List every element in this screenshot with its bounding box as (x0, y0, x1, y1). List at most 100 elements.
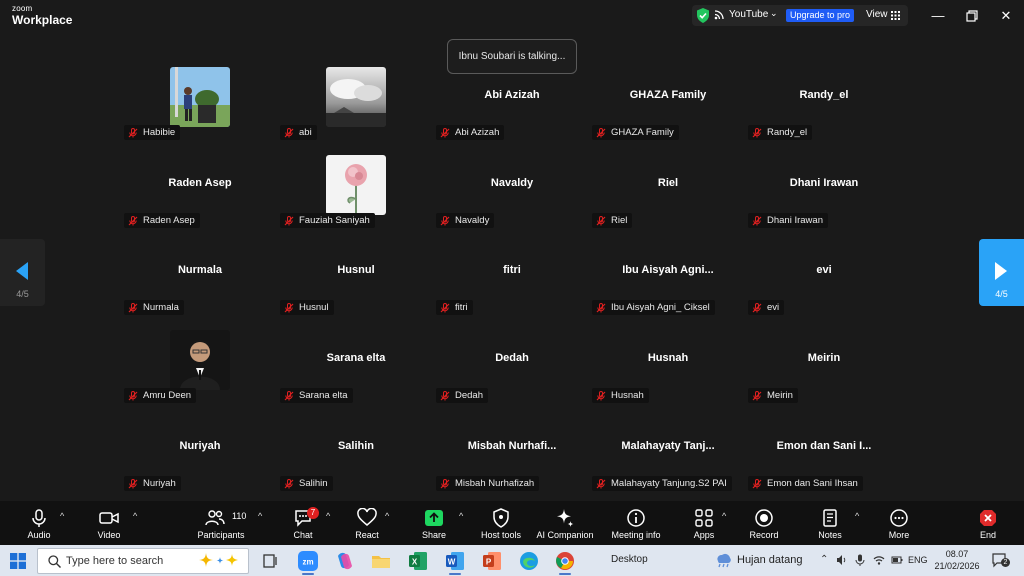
muted-microphone-icon (440, 215, 450, 225)
search-placeholder: Type here to search (66, 555, 164, 567)
shield-icon[interactable] (696, 8, 710, 23)
taskbar-search[interactable]: Type here to search (37, 548, 249, 574)
desktop-toolbar-label[interactable]: Desktop (611, 554, 648, 565)
participant-tile[interactable]: Sarana elta Sarana elta (280, 330, 431, 410)
system-clock[interactable]: 08.07 21/02/2026 (934, 548, 980, 572)
restore-icon[interactable] (962, 6, 982, 26)
muted-microphone-icon (440, 127, 450, 137)
rain-weather-icon[interactable] (714, 552, 732, 568)
muted-microphone-icon (440, 478, 450, 488)
participant-name: Emon dan Sani Ihsan (767, 478, 858, 489)
chat-button[interactable]: Chat (282, 501, 324, 545)
share-button[interactable]: Share (413, 501, 455, 545)
video-options-caret[interactable]: ^ (133, 511, 137, 521)
wifi-icon[interactable] (873, 554, 885, 566)
participant-tile[interactable]: evi evi (748, 242, 899, 322)
brand-bottom: Workplace (12, 13, 73, 27)
participant-tile[interactable]: Misbah Nurhafi... Misbah Nurhafizah (436, 418, 587, 498)
battery-icon[interactable] (891, 554, 903, 566)
participant-name-tag: evi (748, 300, 785, 315)
copilot-app-icon[interactable] (332, 548, 358, 574)
participant-tile[interactable]: Emon dan Sani I... Emon dan Sani Ihsan (748, 418, 899, 498)
chrome-browser-icon[interactable] (552, 548, 578, 575)
end-call-icon (980, 510, 996, 526)
participant-tile[interactable]: Randy_el Randy_el (748, 67, 899, 147)
participant-tile[interactable]: GHAZA Family GHAZA Family (592, 67, 743, 147)
participant-tile[interactable]: Salihin Salihin (280, 418, 431, 498)
zoom-app-icon[interactable]: zm (295, 548, 321, 575)
windows-start-icon[interactable] (10, 553, 26, 569)
participant-display-name: Nurmala (177, 264, 223, 276)
speaker-icon[interactable] (836, 554, 848, 566)
streaming-label[interactable]: YouTube (729, 9, 768, 20)
record-button[interactable]: Record (743, 501, 785, 545)
chevron-down-icon[interactable]: ⌄ (770, 8, 778, 19)
edge-browser-icon[interactable] (516, 548, 542, 574)
word-app-icon[interactable]: W (442, 548, 468, 575)
chat-options-caret[interactable]: ^ (326, 511, 330, 521)
clock-time: 08.07 (945, 549, 969, 559)
participant-tile[interactable]: Amru Deen (124, 330, 275, 410)
participant-tile[interactable]: Meirin Meirin (748, 330, 899, 410)
participant-tile[interactable]: Navaldy Navaldy (436, 155, 587, 235)
chevron-up-icon[interactable]: ⌃ (820, 554, 832, 566)
participant-tile[interactable]: Nurmala Nurmala (124, 242, 275, 322)
previous-page-button[interactable]: 4/5 (0, 239, 45, 306)
end-meeting-button[interactable]: End (967, 501, 1009, 545)
participant-tile[interactable]: Dedah Dedah (436, 330, 587, 410)
task-view-icon[interactable] (257, 548, 283, 574)
video-button[interactable]: Video (88, 501, 130, 545)
excel-app-icon[interactable]: X (405, 548, 431, 574)
participant-name-tag: Misbah Nurhafizah (436, 476, 540, 491)
apps-label: Apps (693, 530, 715, 540)
participant-tile[interactable]: Abi Azizah Abi Azizah (436, 67, 587, 147)
microphone-icon (32, 509, 46, 527)
participant-tile[interactable]: Raden Asep Raden Asep (124, 155, 275, 235)
participant-tile[interactable]: Habibie (124, 67, 275, 147)
muted-microphone-icon (440, 302, 450, 312)
file-explorer-icon[interactable] (368, 548, 394, 574)
grid-icon[interactable] (891, 11, 900, 20)
audio-options-caret[interactable]: ^ (60, 511, 64, 521)
notes-button[interactable]: Notes (810, 501, 850, 545)
apps-options-caret[interactable]: ^ (722, 511, 726, 521)
next-page-button[interactable]: 4/5 (979, 239, 1024, 306)
notification-center-icon[interactable]: 2 (992, 553, 1010, 568)
participants-options-caret[interactable]: ^ (258, 511, 262, 521)
powerpoint-app-icon[interactable]: P (479, 548, 505, 574)
participant-tile[interactable]: Fauziah Saniyah (280, 155, 431, 235)
notes-options-caret[interactable]: ^ (855, 511, 859, 521)
meeting-toolbar: Audio ^ Video ^ Participants 110 ^ Chat … (0, 501, 1024, 545)
host-tools-button[interactable]: Host tools (478, 501, 524, 545)
close-icon[interactable]: ✕ (996, 6, 1016, 26)
participants-button[interactable]: Participants (194, 501, 248, 545)
view-button[interactable]: View (866, 9, 888, 20)
participant-name-tag: Dhani Irawan (748, 213, 828, 228)
apps-button[interactable]: Apps (684, 501, 724, 545)
ai-companion-button[interactable]: AI Companion (533, 501, 597, 545)
more-button[interactable]: More (878, 501, 920, 545)
meeting-info-button[interactable]: Meeting info (608, 501, 664, 545)
minimize-icon[interactable]: — (928, 6, 948, 26)
participant-tile[interactable]: Nuriyah Nuriyah (124, 418, 275, 498)
participant-tile[interactable]: Husnah Husnah (592, 330, 743, 410)
audio-button[interactable]: Audio (18, 501, 60, 545)
participant-tile[interactable]: Husnul Husnul (280, 242, 431, 322)
participant-name: fitri (455, 302, 468, 313)
react-options-caret[interactable]: ^ (385, 511, 389, 521)
participant-tile[interactable]: fitri fitri (436, 242, 587, 322)
participant-tile[interactable]: Dhani Irawan Dhani Irawan (748, 155, 899, 235)
weather-text[interactable]: Hujan datang (737, 554, 802, 566)
participant-tile[interactable]: Malahayaty Tanj... Malahayaty Tanjung.S2 … (592, 418, 743, 498)
participant-name: Meirin (767, 390, 793, 401)
participant-tile[interactable]: Ibu Aisyah Agni... Ibu Aisyah Agni_ Cikse… (592, 242, 743, 322)
participant-display-name: Misbah Nurhafi... (467, 440, 557, 452)
page-indicator-right: 4/5 (995, 289, 1008, 299)
participant-tile[interactable]: abi (280, 67, 431, 147)
share-options-caret[interactable]: ^ (459, 511, 463, 521)
react-button[interactable]: React (346, 501, 388, 545)
upgrade-button[interactable]: Upgrade to pro (786, 9, 855, 22)
participant-tile[interactable]: Riel Riel (592, 155, 743, 235)
input-language[interactable]: ENG (908, 555, 928, 565)
microphone-icon[interactable] (854, 554, 866, 566)
